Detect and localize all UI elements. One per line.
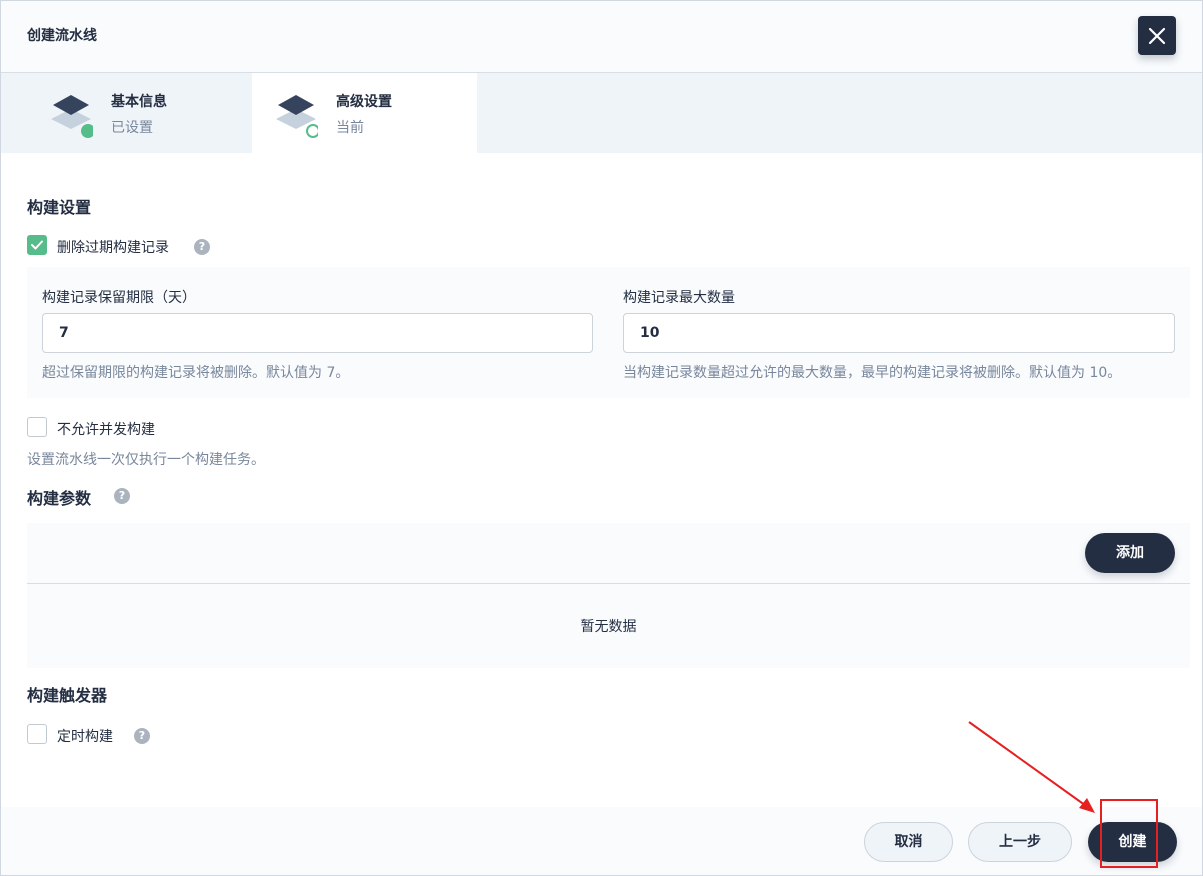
tab-advanced-settings[interactable]: 高级设置 当前 xyxy=(252,73,477,153)
arrow-icon xyxy=(968,721,1095,813)
build-settings-title: 构建设置 xyxy=(27,198,92,217)
dialog-title: 创建流水线 xyxy=(27,28,97,44)
add-param-button[interactable]: 添加 xyxy=(1085,533,1175,573)
num-to-keep-hint: 当构建记录数量超过允许的最大数量，最早的构建记录将被删除。默认值为 10。 xyxy=(623,365,1122,381)
help-icon[interactable]: ? xyxy=(134,728,150,744)
close-icon xyxy=(1148,27,1166,44)
previous-step-button[interactable]: 上一步 xyxy=(968,822,1072,862)
tab-advanced-settings-status: 当前 xyxy=(336,120,364,136)
dialog-footer: 取消 上一步 创建 xyxy=(1,807,1202,875)
discard-old-label: 删除过期构建记录 xyxy=(57,240,169,256)
days-to-keep-input[interactable]: 7 xyxy=(42,313,593,353)
close-button[interactable] xyxy=(1138,16,1176,55)
step-tabs: 基本信息 已设置 高级设置 当前 xyxy=(1,73,1202,153)
no-concurrent-hint: 设置流水线一次仅执行一个构建任务。 xyxy=(27,452,265,468)
tab-advanced-settings-title: 高级设置 xyxy=(336,94,392,110)
check-icon xyxy=(31,240,43,250)
days-to-keep-hint: 超过保留期限的构建记录将被删除。默认值为 7。 xyxy=(42,365,350,381)
build-params-title: 构建参数 xyxy=(27,489,92,508)
highlight-box xyxy=(1100,799,1158,868)
timer-label: 定时构建 xyxy=(57,729,113,745)
empty-data-text: 暂无数据 xyxy=(580,619,637,635)
layers-icon xyxy=(276,95,318,138)
create-pipeline-dialog: 创建流水线 基本信息 已设置 高级设置 当前 构建设置 删除过期构建记录 ? 构… xyxy=(0,0,1203,876)
divider xyxy=(27,583,1190,584)
build-triggers-title: 构建触发器 xyxy=(27,686,108,705)
num-to-keep-input[interactable]: 10 xyxy=(623,313,1175,353)
build-params-table xyxy=(27,523,1190,668)
no-concurrent-label: 不允许并发构建 xyxy=(57,422,155,438)
dialog-header: 创建流水线 xyxy=(1,1,1202,73)
help-icon[interactable]: ? xyxy=(194,239,210,255)
no-concurrent-checkbox[interactable] xyxy=(27,417,47,437)
timer-checkbox[interactable] xyxy=(27,724,47,744)
num-to-keep-label: 构建记录最大数量 xyxy=(623,290,735,306)
discard-old-checkbox[interactable] xyxy=(27,235,47,255)
help-icon[interactable]: ? xyxy=(114,488,130,504)
cancel-button[interactable]: 取消 xyxy=(864,822,953,862)
tab-basic-info-title: 基本信息 xyxy=(111,94,167,110)
tab-basic-info[interactable]: 基本信息 已设置 xyxy=(1,73,226,153)
layers-icon xyxy=(51,95,93,138)
tab-basic-info-status: 已设置 xyxy=(111,120,153,136)
days-to-keep-label: 构建记录保留期限（天） xyxy=(42,290,196,306)
